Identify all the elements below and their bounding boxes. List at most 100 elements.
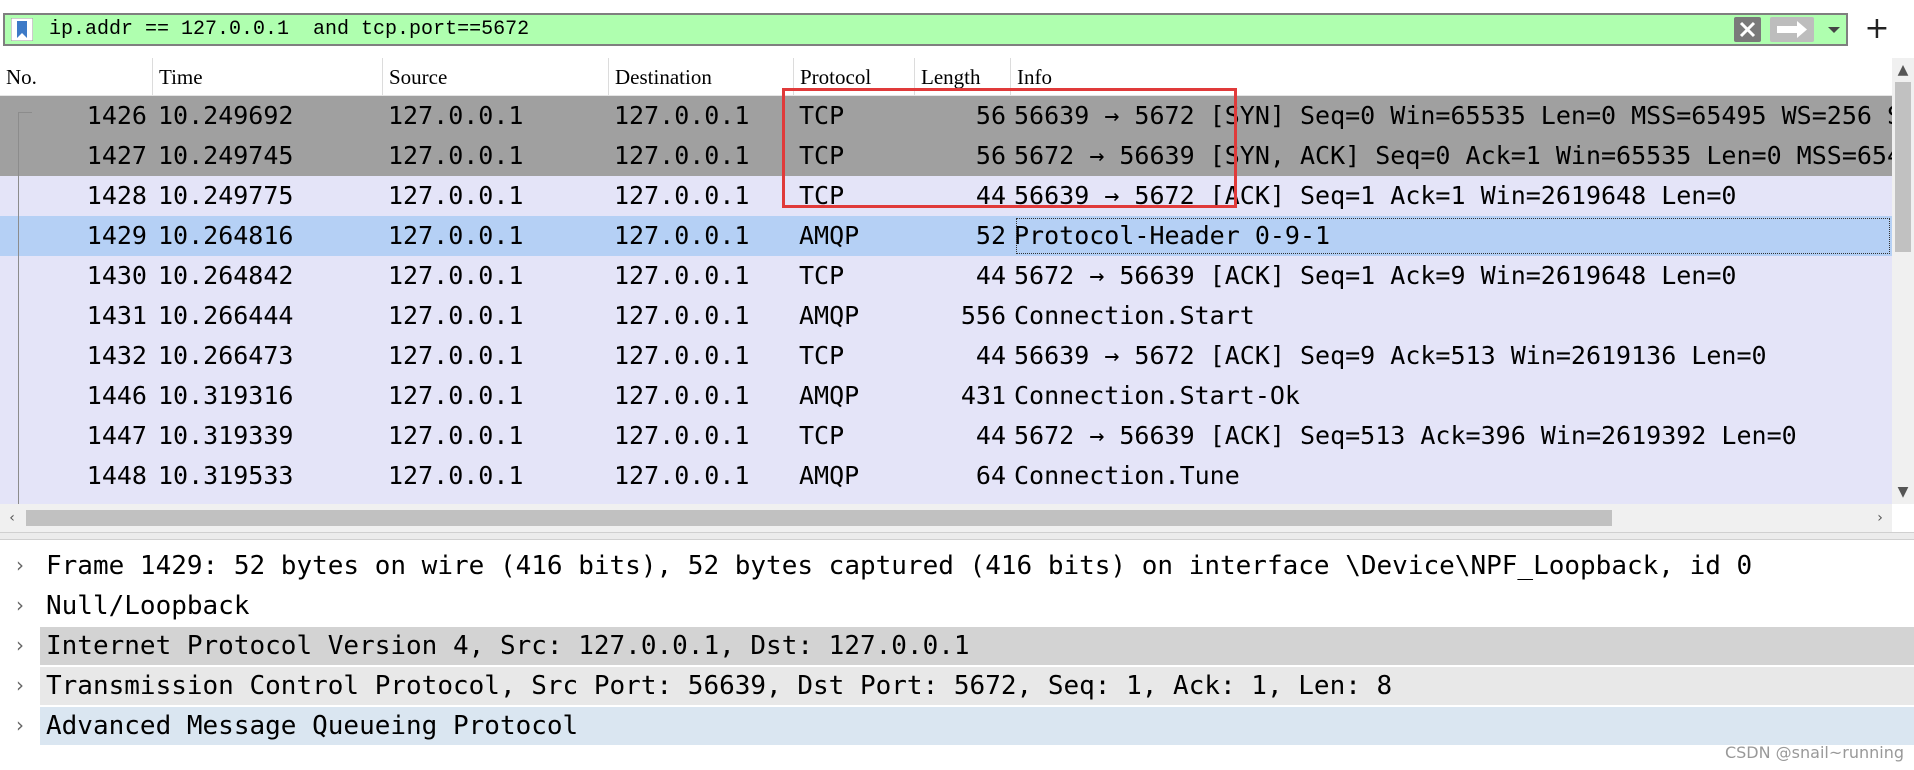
chevron-down-icon bbox=[1828, 27, 1840, 33]
packet-no: 1446 bbox=[86, 381, 147, 410]
column-header-destination[interactable]: Destination bbox=[609, 58, 794, 95]
scroll-thumb[interactable] bbox=[26, 510, 1612, 526]
details-item-label: Advanced Message Queueing Protocol bbox=[40, 707, 1914, 745]
packet-protocol: TCP bbox=[799, 261, 845, 290]
packet-no: 1449 bbox=[20, 496, 147, 504]
packet-destination: 127.0.0.1 bbox=[614, 301, 750, 330]
packet-info: 56639 → 5672 [ACK] Seq=396 Ack=533 Win=2… bbox=[1014, 496, 1892, 504]
packet-destination: 127.0.0.1 bbox=[614, 181, 750, 210]
packet-time: 10.249775 bbox=[158, 181, 294, 210]
packet-time: 10.249692 bbox=[158, 101, 294, 130]
details-item-frame[interactable]: › Frame 1429: 52 bytes on wire (416 bits… bbox=[0, 546, 1914, 586]
column-header-no[interactable]: No. bbox=[0, 58, 153, 95]
packet-row[interactable]: 1431 10.266444 127.0.0.1 127.0.0.1 AMQP … bbox=[0, 296, 1892, 336]
details-item-null-loopback[interactable]: › Null/Loopback bbox=[0, 586, 1914, 626]
packet-row[interactable]: 1430 10.264842 127.0.0.1 127.0.0.1 TCP 4… bbox=[0, 256, 1892, 296]
conversation-bracket-line bbox=[18, 112, 19, 504]
packet-protocol: TCP bbox=[799, 341, 845, 370]
packet-info: 5672 → 56639 [SYN, ACK] Seq=0 Ack=1 Win=… bbox=[1014, 141, 1892, 170]
chevron-right-icon[interactable]: › bbox=[10, 586, 30, 626]
details-item-tcp[interactable]: › Transmission Control Protocol, Src Por… bbox=[0, 666, 1914, 706]
packet-info: Connection.Tune bbox=[1014, 461, 1240, 490]
packet-info: 56639 → 5672 [ACK] Seq=1 Ack=1 Win=26196… bbox=[1014, 181, 1737, 210]
display-filter-text[interactable]: ip.addr == 127.0.0.1 and tcp.port==5672 bbox=[49, 15, 529, 44]
packet-source: 127.0.0.1 bbox=[388, 421, 524, 450]
filter-history-dropdown[interactable] bbox=[1823, 17, 1845, 42]
packet-protocol: AMQP bbox=[799, 301, 860, 330]
packet-destination: 127.0.0.1 bbox=[614, 496, 749, 504]
packet-time: 10.249745 bbox=[158, 141, 294, 170]
packet-protocol: TCP bbox=[799, 421, 845, 450]
packet-list-horizontal-scrollbar[interactable]: ‹ › bbox=[0, 504, 1892, 532]
scroll-down-icon[interactable]: ▼ bbox=[1892, 482, 1914, 502]
clear-filter-button[interactable] bbox=[1733, 16, 1762, 43]
packet-row[interactable]: 1448 10.319533 127.0.0.1 127.0.0.1 AMQP … bbox=[0, 456, 1892, 496]
packet-time: 10.319316 bbox=[158, 381, 294, 410]
scroll-thumb[interactable] bbox=[1895, 82, 1911, 252]
packet-destination: 127.0.0.1 bbox=[614, 381, 750, 410]
packet-protocol: TCP bbox=[799, 141, 845, 170]
packet-row[interactable]: 1426 10.249692 127.0.0.1 127.0.0.1 TCP 5… bbox=[0, 96, 1892, 136]
packet-no: 1430 bbox=[86, 261, 147, 290]
packet-length: 64 bbox=[975, 461, 1006, 490]
column-header-length[interactable]: Length bbox=[915, 58, 1011, 95]
packet-time: 10.264816 bbox=[158, 221, 294, 250]
chevron-right-icon[interactable]: › bbox=[10, 546, 30, 586]
packet-details-tree[interactable]: › Frame 1429: 52 bytes on wire (416 bits… bbox=[0, 546, 1914, 770]
details-item-amqp[interactable]: › Advanced Message Queueing Protocol bbox=[0, 706, 1914, 746]
pane-splitter[interactable] bbox=[0, 532, 1914, 540]
chevron-right-icon[interactable]: › bbox=[10, 666, 30, 706]
display-filter-input[interactable]: ip.addr == 127.0.0.1 and tcp.port==5672 bbox=[3, 13, 1848, 46]
packet-row[interactable]: 1427 10.249745 127.0.0.1 127.0.0.1 TCP 5… bbox=[0, 136, 1892, 176]
column-header-protocol[interactable]: Protocol bbox=[794, 58, 915, 95]
scroll-right-icon[interactable]: › bbox=[1870, 508, 1890, 528]
packet-length: 556 bbox=[960, 301, 1006, 330]
packet-time: 10.264842 bbox=[158, 261, 294, 290]
packet-source: 127.0.0.1 bbox=[388, 496, 523, 504]
details-item-label: Transmission Control Protocol, Src Port:… bbox=[40, 667, 1914, 705]
packet-no: 1432 bbox=[86, 341, 147, 370]
packet-no: 1447 bbox=[86, 421, 147, 450]
packet-row[interactable]: 1428 10.249775 127.0.0.1 127.0.0.1 TCP 4… bbox=[0, 176, 1892, 216]
apply-filter-button[interactable] bbox=[1769, 16, 1815, 43]
packet-source: 127.0.0.1 bbox=[388, 461, 524, 490]
column-header-time[interactable]: Time bbox=[153, 58, 383, 95]
packet-list[interactable]: 1426 10.249692 127.0.0.1 127.0.0.1 TCP 5… bbox=[0, 96, 1892, 504]
packet-protocol: TCP bbox=[799, 101, 845, 130]
packet-row-selected[interactable]: 1429 10.264816 127.0.0.1 127.0.0.1 AMQP … bbox=[0, 216, 1892, 256]
packet-no: 1426 bbox=[86, 101, 147, 130]
bookmark-icon[interactable] bbox=[10, 17, 34, 42]
chevron-right-icon[interactable]: › bbox=[10, 706, 30, 746]
column-header-info[interactable]: Info bbox=[1011, 58, 1892, 95]
packet-row[interactable]: 1447 10.319339 127.0.0.1 127.0.0.1 TCP 4… bbox=[0, 416, 1892, 456]
add-filter-button[interactable]: + bbox=[1860, 12, 1894, 46]
packet-no: 1428 bbox=[86, 181, 147, 210]
packet-length: 44 bbox=[975, 341, 1006, 370]
packet-row[interactable]: 1449 10.319562 127.0.0.1 127.0.0.1 TCP 4… bbox=[0, 496, 1892, 504]
chevron-right-icon[interactable]: › bbox=[10, 626, 30, 666]
packet-info: 56639 → 5672 [SYN] Seq=0 Win=65535 Len=0… bbox=[1014, 101, 1892, 130]
packet-time: 10.266473 bbox=[158, 341, 294, 370]
scroll-up-icon[interactable]: ▲ bbox=[1892, 60, 1914, 80]
packet-row[interactable]: 1446 10.319316 127.0.0.1 127.0.0.1 AMQP … bbox=[0, 376, 1892, 416]
packet-list-vertical-scrollbar[interactable]: ▲ ▼ bbox=[1892, 58, 1914, 504]
packet-destination: 127.0.0.1 bbox=[614, 461, 750, 490]
packet-length: 44 bbox=[975, 261, 1006, 290]
packet-length: 44 bbox=[975, 421, 1006, 450]
display-filter-toolbar: ip.addr == 127.0.0.1 and tcp.port==5672 … bbox=[0, 0, 1914, 58]
packet-destination: 127.0.0.1 bbox=[614, 261, 750, 290]
packet-protocol: TCP bbox=[799, 496, 844, 504]
packet-source: 127.0.0.1 bbox=[388, 261, 524, 290]
packet-destination: 127.0.0.1 bbox=[614, 421, 750, 450]
packet-length: 56 bbox=[975, 101, 1006, 130]
scroll-left-icon[interactable]: ‹ bbox=[2, 508, 22, 528]
packet-row[interactable]: 1432 10.266473 127.0.0.1 127.0.0.1 TCP 4… bbox=[0, 336, 1892, 376]
packet-source: 127.0.0.1 bbox=[388, 101, 524, 130]
packet-no: 1429 bbox=[86, 221, 147, 250]
packet-info: 5672 → 56639 [ACK] Seq=513 Ack=396 Win=2… bbox=[1014, 421, 1797, 450]
details-item-ipv4[interactable]: › Internet Protocol Version 4, Src: 127.… bbox=[0, 626, 1914, 666]
packet-info: 5672 → 56639 [ACK] Seq=1 Ack=9 Win=26196… bbox=[1014, 261, 1737, 290]
column-header-source[interactable]: Source bbox=[383, 58, 609, 95]
packet-destination: 127.0.0.1 bbox=[614, 101, 750, 130]
packet-list-header: No. Time Source Destination Protocol Len… bbox=[0, 58, 1892, 96]
